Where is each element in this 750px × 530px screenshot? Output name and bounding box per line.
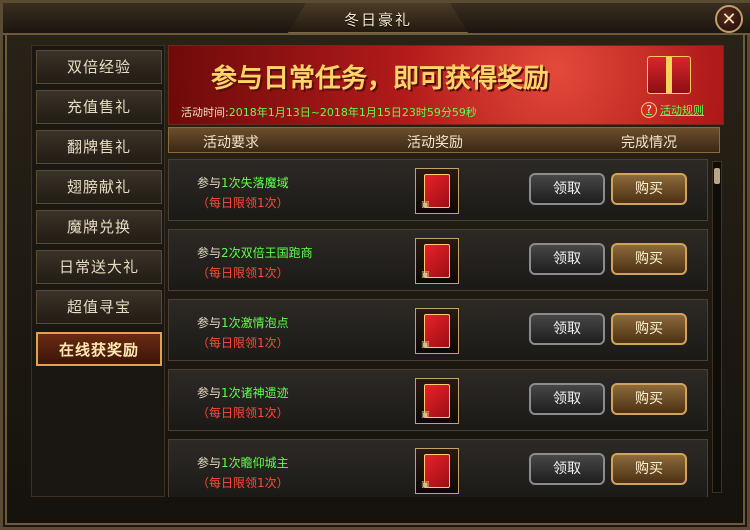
task-description: 参与1次瞻仰城主: [197, 454, 289, 471]
sidebar-item-online-reward[interactable]: 在线获奖励: [36, 332, 162, 366]
lock-icon: ▣: [421, 410, 430, 420]
task-prefix: 参与: [197, 316, 222, 330]
close-button[interactable]: ✕: [715, 5, 743, 33]
task-name: 1次诸神遗迹: [221, 386, 289, 400]
header-requirement: 活动要求: [203, 135, 259, 151]
event-time-value: 2018年1月13日~2018年1月15日23时59分59秒: [228, 106, 477, 119]
buy-button[interactable]: 购买: [611, 453, 687, 485]
reward-item[interactable]: ▣: [415, 378, 459, 424]
claim-button[interactable]: 领取: [529, 453, 605, 485]
lock-icon: ▣: [421, 270, 430, 280]
lock-icon: ▣: [421, 340, 430, 350]
sidebar: 双倍经验 充值售礼 翻牌售礼 翅膀献礼 魔牌兑换 日常送大礼 超值寻宝 在线获奖…: [31, 45, 165, 497]
task-description: 参与1次激情泡点: [197, 314, 289, 331]
content-panel: 参与日常任务，即可获得奖励 活动时间:2018年1月13日~2018年1月15日…: [168, 45, 724, 497]
buy-button[interactable]: 购买: [611, 173, 687, 205]
claim-button[interactable]: 领取: [529, 173, 605, 205]
reward-item[interactable]: ▣: [415, 308, 459, 354]
claim-button[interactable]: 领取: [529, 313, 605, 345]
buy-button[interactable]: 购买: [611, 243, 687, 275]
task-name: 1次瞻仰城主: [221, 456, 289, 470]
reward-item[interactable]: ▣: [415, 168, 459, 214]
reward-item[interactable]: ▣: [415, 238, 459, 284]
task-prefix: 参与: [197, 456, 222, 470]
lock-icon: ▣: [421, 480, 430, 490]
task-prefix: 参与: [197, 386, 222, 400]
table-header: 活动要求 活动奖励 完成情况: [168, 127, 720, 153]
task-limit: （每日限领1次）: [197, 266, 289, 280]
lock-icon: ▣: [421, 200, 430, 210]
banner-headline: 参与日常任务，即可获得奖励: [211, 64, 550, 94]
reward-item[interactable]: ▣: [415, 448, 459, 494]
event-banner: 参与日常任务，即可获得奖励 活动时间:2018年1月13日~2018年1月15日…: [168, 45, 724, 125]
task-description: 参与1次失落魔域: [197, 174, 289, 191]
sidebar-item-magic-card-exchange[interactable]: 魔牌兑换: [36, 210, 162, 244]
rules-link-label: 活动规则: [660, 104, 704, 117]
game-window: 冬日豪礼 ✕ 双倍经验 充值售礼 翻牌售礼 翅膀献礼 魔牌兑换 日常送大礼 超值…: [0, 0, 750, 530]
task-prefix: 参与: [197, 176, 222, 190]
sidebar-item-wing-gift[interactable]: 翅膀献礼: [36, 170, 162, 204]
task-name: 1次失落魔域: [221, 176, 289, 190]
header-reward: 活动奖励: [407, 135, 463, 151]
claim-button[interactable]: 领取: [529, 383, 605, 415]
event-time: 活动时间:2018年1月13日~2018年1月15日23时59分59秒: [181, 104, 477, 120]
task-limit: （每日限领1次）: [197, 336, 289, 350]
sidebar-item-daily-gift[interactable]: 日常送大礼: [36, 250, 162, 284]
task-description: 参与1次诸神遗迹: [197, 384, 289, 401]
task-name: 2次双倍王国跑商: [221, 246, 313, 260]
header-status: 完成情况: [621, 135, 677, 151]
close-icon: ✕: [721, 8, 737, 30]
table-row: 参与1次诸神遗迹 （每日限领1次） ▣ 领取 购买: [168, 369, 708, 431]
task-limit: （每日限领1次）: [197, 476, 289, 490]
sidebar-item-recharge-gift[interactable]: 充值售礼: [36, 90, 162, 124]
task-prefix: 参与: [197, 246, 222, 260]
gift-box-icon: [647, 56, 691, 94]
rules-link[interactable]: ? 活动规则: [641, 100, 704, 120]
table-row: 参与1次失落魔域 （每日限领1次） ▣ 领取 购买: [168, 159, 708, 221]
task-name: 1次激情泡点: [221, 316, 289, 330]
table-row: 参与2次双倍王国跑商 （每日限领1次） ▣ 领取 购买: [168, 229, 708, 291]
sidebar-item-treasure-hunt[interactable]: 超值寻宝: [36, 290, 162, 324]
sidebar-item-flip-card-gift[interactable]: 翻牌售礼: [36, 130, 162, 164]
claim-button[interactable]: 领取: [529, 243, 605, 275]
scrollbar[interactable]: [712, 161, 722, 493]
task-limit: （每日限领1次）: [197, 196, 289, 210]
buy-button[interactable]: 购买: [611, 313, 687, 345]
scroll-thumb[interactable]: [714, 168, 720, 184]
task-description: 参与2次双倍王国跑商: [197, 244, 313, 261]
event-time-label: 活动时间:: [181, 106, 229, 119]
window-title: 冬日豪礼: [343, 11, 412, 29]
task-limit: （每日限领1次）: [197, 406, 289, 420]
task-list: 参与1次失落魔域 （每日限领1次） ▣ 领取 购买 参与2次双倍王国跑商 （每日…: [168, 157, 708, 497]
buy-button[interactable]: 购买: [611, 383, 687, 415]
help-icon: ?: [641, 102, 657, 118]
table-row: 参与1次瞻仰城主 （每日限领1次） ▣ 领取 购买: [168, 439, 708, 497]
table-row: 参与1次激情泡点 （每日限领1次） ▣ 领取 购买: [168, 299, 708, 361]
sidebar-item-double-exp[interactable]: 双倍经验: [36, 50, 162, 84]
